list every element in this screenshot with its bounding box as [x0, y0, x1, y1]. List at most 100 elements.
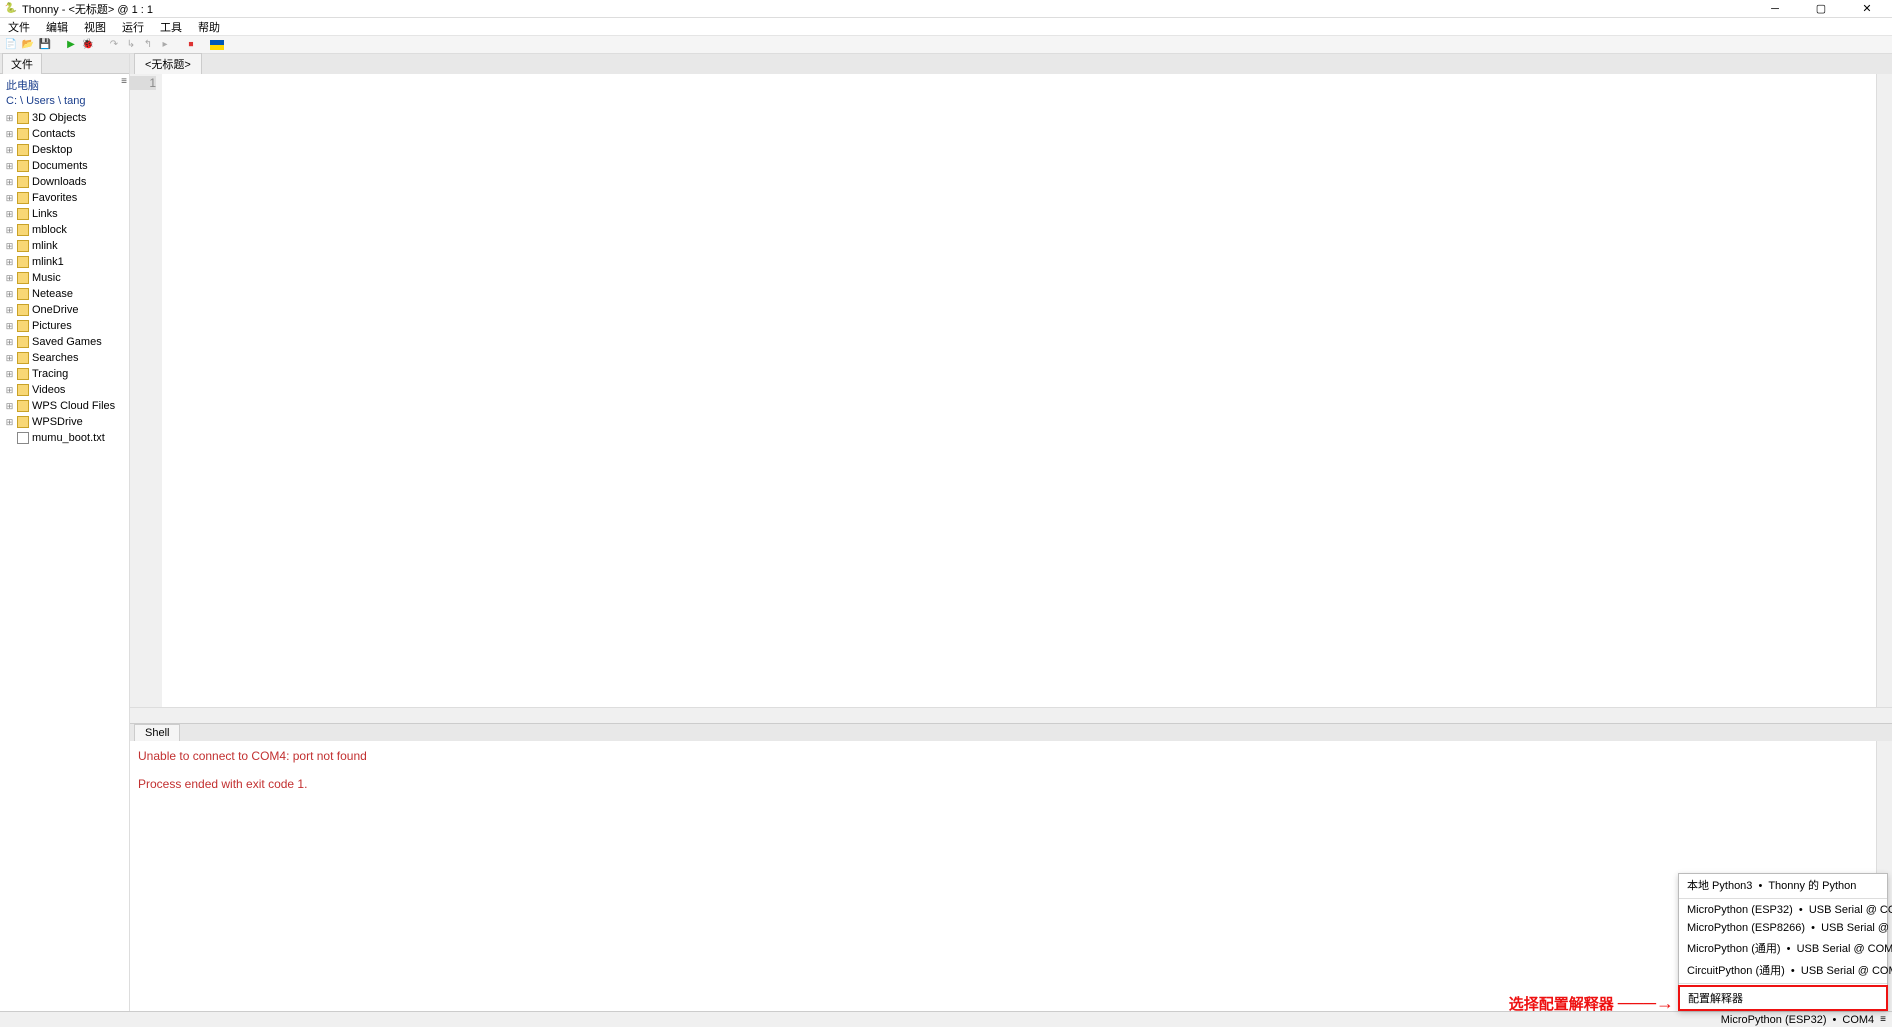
- expand-icon[interactable]: ⊞: [5, 206, 14, 222]
- maximize-button[interactable]: ▢: [1808, 2, 1834, 16]
- folder-icon: [17, 160, 29, 172]
- file-panel-root[interactable]: 此电脑: [4, 76, 125, 94]
- expand-icon[interactable]: ⊞: [5, 222, 14, 238]
- tree-item[interactable]: ⊞Documents: [4, 158, 125, 174]
- tree-item[interactable]: ⊞ Pictures: [4, 318, 125, 334]
- interpreter-option[interactable]: 本地 Python3 • Thonny 的 Python: [1679, 874, 1887, 896]
- tree-item[interactable]: ⊞3D Objects: [4, 110, 125, 126]
- tree-item[interactable]: ⊞Downloads: [4, 174, 125, 190]
- menu-file[interactable]: 文件: [4, 19, 34, 35]
- tree-item-label: Videos: [32, 382, 65, 398]
- resume-icon[interactable]: ▸: [158, 38, 172, 52]
- folder-icon: [17, 368, 29, 380]
- step-out-icon[interactable]: ↰: [141, 38, 155, 52]
- expand-icon[interactable]: ⊞: [5, 382, 14, 398]
- debug-icon[interactable]: 🐞: [81, 38, 95, 52]
- expand-icon[interactable]: ⊞: [5, 238, 14, 254]
- expand-icon[interactable]: ⊞: [5, 142, 14, 158]
- tree-item[interactable]: ⊞ Links: [4, 206, 125, 222]
- expand-icon[interactable]: ⊞: [5, 398, 14, 414]
- configure-interpreter[interactable]: 配置解释器: [1678, 985, 1888, 1011]
- save-file-icon[interactable]: 💾: [38, 38, 52, 52]
- toolbar: 📄 📂 💾 ▶ 🐞 ↷ ↳ ↰ ▸ ⏹: [0, 36, 1892, 54]
- tree-item[interactable]: ⊞ Favorites: [4, 190, 125, 206]
- editor-tab[interactable]: <无标题>: [134, 53, 202, 74]
- tree-item-label: Netease: [32, 286, 73, 302]
- menu-tools[interactable]: 工具: [156, 19, 186, 35]
- file-panel-path[interactable]: C: \ Users \ tang: [4, 94, 125, 108]
- expand-icon[interactable]: ⊞: [5, 270, 14, 286]
- expand-icon[interactable]: ⊞: [5, 158, 14, 174]
- stop-icon[interactable]: ⏹: [184, 38, 198, 52]
- expand-icon[interactable]: ⊞: [5, 190, 14, 206]
- expand-icon[interactable]: ⊞: [5, 126, 14, 142]
- tree-item[interactable]: ⊞ Netease: [4, 286, 125, 302]
- status-port[interactable]: COM4: [1842, 1014, 1874, 1026]
- folder-icon: [17, 272, 29, 284]
- close-button[interactable]: ✕: [1854, 2, 1880, 16]
- expand-icon[interactable]: ⊞: [5, 254, 14, 270]
- interpreter-option[interactable]: CircuitPython (通用) • USB Serial @ COM5: [1679, 959, 1887, 981]
- expand-icon[interactable]: ⊞: [5, 174, 14, 190]
- expand-icon[interactable]: ⊞: [5, 110, 14, 126]
- status-menu-icon[interactable]: ≡: [1880, 1014, 1886, 1025]
- editor-horizontal-scrollbar[interactable]: [130, 707, 1892, 723]
- tree-item[interactable]: ⊞Searches: [4, 350, 125, 366]
- interpreter-option[interactable]: MicroPython (通用) • USB Serial @ COM5: [1679, 937, 1887, 959]
- tree-item[interactable]: ⊞Tracing: [4, 366, 125, 382]
- expand-icon[interactable]: ⊞: [5, 302, 14, 318]
- tree-item[interactable]: ⊞Saved Games: [4, 334, 125, 350]
- shell-line: Process ended with exit code 1.: [138, 777, 1884, 791]
- folder-icon: [17, 336, 29, 348]
- tree-item[interactable]: ⊞ Videos: [4, 382, 125, 398]
- tree-item[interactable]: ⊞mblock: [4, 222, 125, 238]
- tree-item[interactable]: ⊞Contacts: [4, 126, 125, 142]
- status-separator: •: [1833, 1014, 1837, 1026]
- menu-run[interactable]: 运行: [118, 19, 148, 35]
- line-number: 1: [130, 76, 156, 90]
- editor-vertical-scrollbar[interactable]: [1876, 74, 1892, 707]
- run-icon[interactable]: ▶: [64, 38, 78, 52]
- tree-item[interactable]: ⊞mlink: [4, 238, 125, 254]
- menu-view[interactable]: 视图: [80, 19, 110, 35]
- shell-output[interactable]: Unable to connect to COM4: port not foun…: [130, 741, 1892, 1011]
- support-icon[interactable]: [210, 40, 224, 50]
- interpreter-option[interactable]: MicroPython (ESP32) • USB Serial @ COM5: [1679, 901, 1887, 919]
- minimize-button[interactable]: ─: [1762, 2, 1788, 16]
- shell-tab[interactable]: Shell: [134, 724, 180, 741]
- tree-item-label: WPS Cloud Files: [32, 398, 115, 414]
- expand-icon[interactable]: ⊞: [5, 350, 14, 366]
- tree-item-label: Pictures: [32, 318, 72, 334]
- status-interpreter[interactable]: MicroPython (ESP32): [1721, 1014, 1827, 1026]
- step-over-icon[interactable]: ↷: [107, 38, 121, 52]
- tree-item-label: Links: [32, 206, 58, 222]
- arrow-right-icon: ───→: [1618, 993, 1674, 1014]
- tree-item[interactable]: ⊞ WPS Cloud Files: [4, 398, 125, 414]
- tree-item[interactable]: ⊞ Music: [4, 270, 125, 286]
- file-panel-options-icon[interactable]: ≡: [121, 76, 127, 87]
- interpreter-option[interactable]: MicroPython (ESP8266) • USB Serial @ COM…: [1679, 919, 1887, 937]
- folder-icon: [17, 128, 29, 140]
- code-editor[interactable]: 1: [130, 74, 1892, 707]
- tree-item-label: Music: [32, 270, 61, 286]
- tree-item-label: Desktop: [32, 142, 72, 158]
- menu-edit[interactable]: 编辑: [42, 19, 72, 35]
- menu-help[interactable]: 帮助: [194, 19, 224, 35]
- expand-icon[interactable]: ⊞: [5, 414, 14, 430]
- tree-item[interactable]: ⊞WPSDrive: [4, 414, 125, 430]
- tree-item-label: OneDrive: [32, 302, 78, 318]
- app-icon: 🐍: [4, 2, 18, 16]
- tree-item[interactable]: ⊞ Desktop: [4, 142, 125, 158]
- tree-item-label: Favorites: [32, 190, 77, 206]
- expand-icon[interactable]: ⊞: [5, 334, 14, 350]
- open-file-icon[interactable]: 📂: [21, 38, 35, 52]
- expand-icon[interactable]: ⊞: [5, 366, 14, 382]
- tree-item[interactable]: mumu_boot.txt: [4, 430, 125, 446]
- new-file-icon[interactable]: 📄: [4, 38, 18, 52]
- expand-icon[interactable]: ⊞: [5, 286, 14, 302]
- tree-item[interactable]: ⊞mlink1: [4, 254, 125, 270]
- expand-icon[interactable]: ⊞: [5, 318, 14, 334]
- file-panel-tab[interactable]: 文件: [2, 53, 42, 74]
- step-into-icon[interactable]: ↳: [124, 38, 138, 52]
- tree-item[interactable]: ⊞ OneDrive: [4, 302, 125, 318]
